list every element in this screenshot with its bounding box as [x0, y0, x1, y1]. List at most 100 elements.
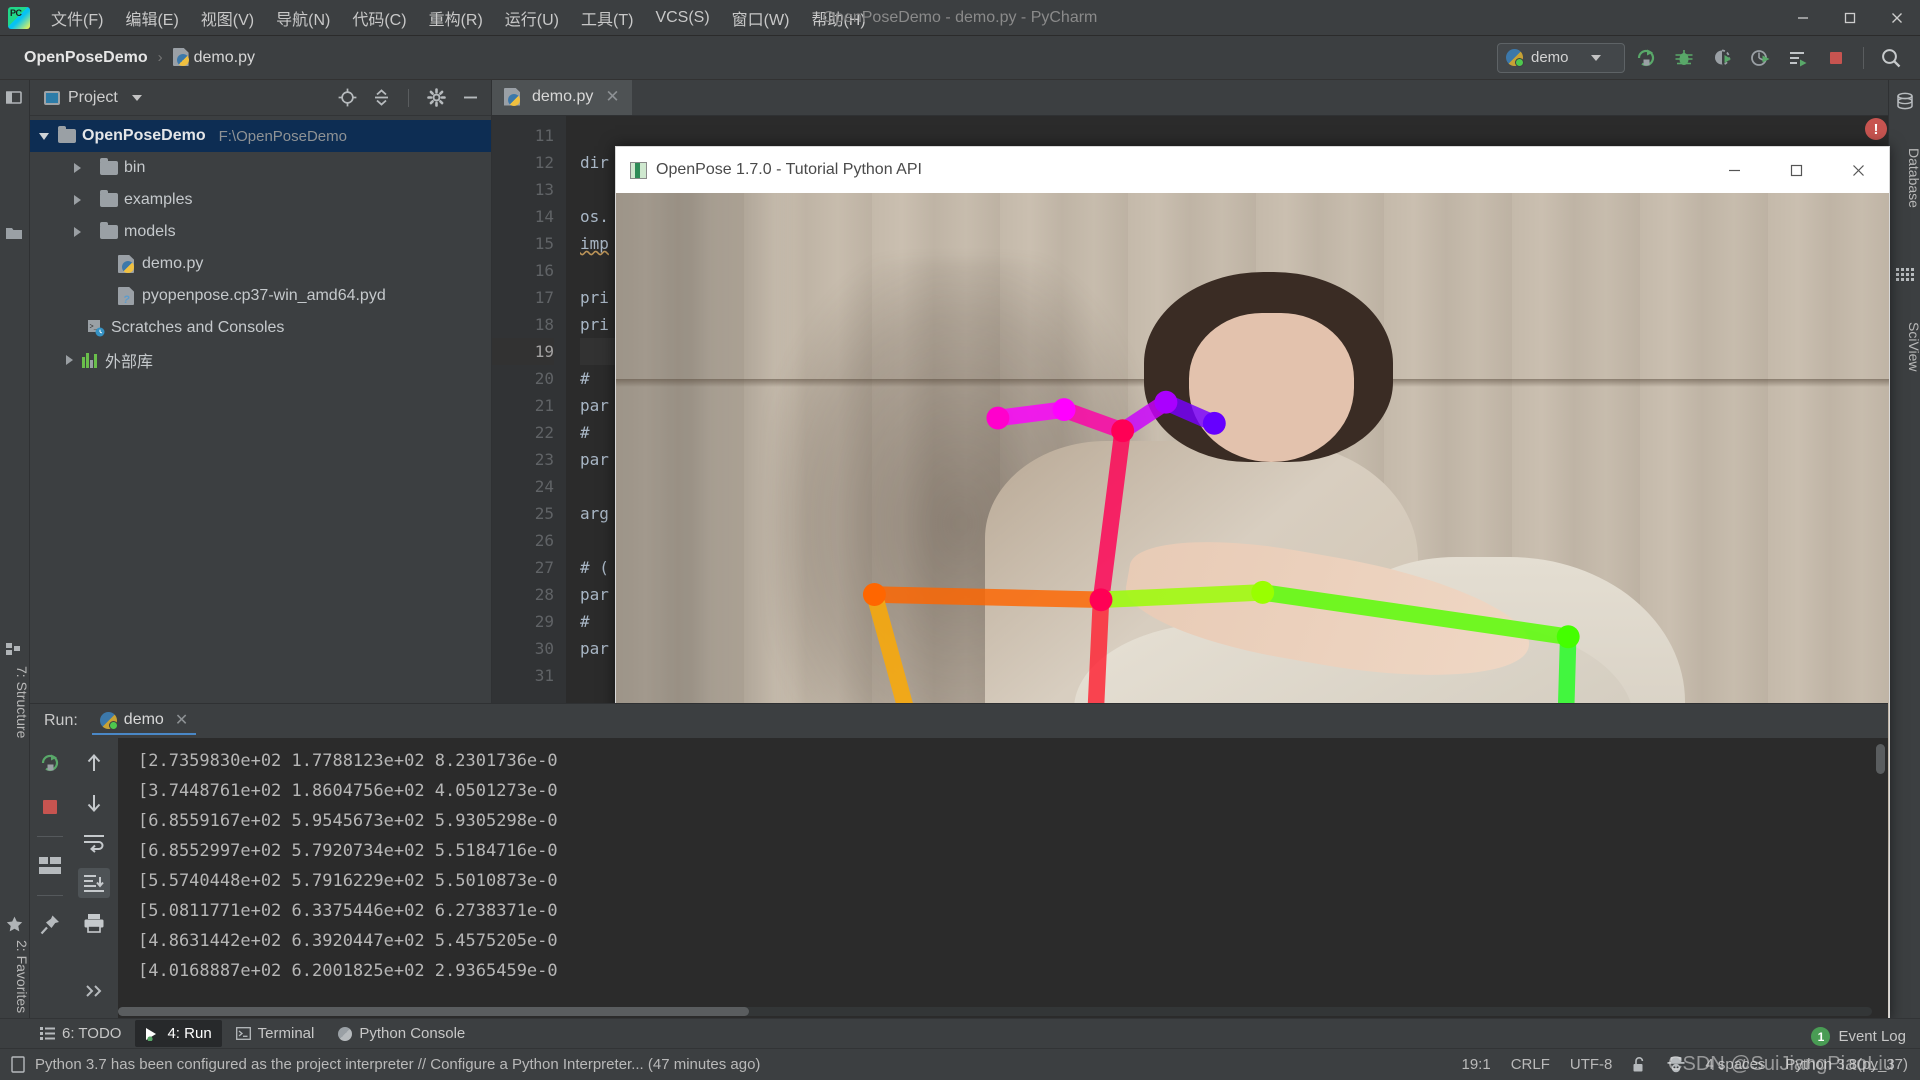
stop-button[interactable]: [34, 792, 66, 822]
close-icon[interactable]: ✕: [175, 710, 188, 730]
menu-item-tools[interactable]: 工具(T): [570, 2, 644, 34]
menu-item-refactor[interactable]: 重构(R): [418, 2, 494, 34]
pin-icon[interactable]: [34, 910, 66, 940]
unlocked-icon[interactable]: [1632, 1056, 1647, 1073]
status-message-group[interactable]: Python 3.7 has been configured as the pr…: [10, 1056, 760, 1073]
chevron-right-icon[interactable]: [62, 353, 76, 367]
tree-item-external-libraries[interactable]: 外部库: [30, 344, 491, 376]
run-dashboard-button[interactable]: [1781, 41, 1815, 75]
line-number: 21: [534, 396, 554, 415]
right-strip-database-label[interactable]: Database: [1890, 118, 1920, 238]
error-count-badge[interactable]: !: [1865, 118, 1887, 140]
skeleton-keypoint-r-eye: [1052, 398, 1076, 422]
run-console-toolbar: [70, 738, 118, 1018]
stop-button[interactable]: [1819, 41, 1853, 75]
project-strip-icon: [6, 90, 24, 108]
python-interpreter[interactable]: Python 3.8(py_37): [1785, 1056, 1908, 1073]
menu-item-file[interactable]: 文件(F): [40, 2, 114, 34]
run-with-coverage-button[interactable]: [1705, 41, 1739, 75]
openpose-close-button[interactable]: [1827, 147, 1889, 193]
skeleton-keypoint-l-elbow: [1556, 625, 1580, 649]
tree-item-label: demo.py: [142, 255, 204, 272]
layout-button[interactable]: [34, 851, 66, 881]
indent-setting[interactable]: 4 spaces: [1705, 1056, 1765, 1073]
tree-item-bin[interactable]: bin: [30, 152, 491, 184]
console-line: [4.0168887e+02 6.2001825e+02 2.9365459e-…: [138, 961, 558, 981]
chevron-right-icon[interactable]: [70, 161, 84, 175]
menu-item-window[interactable]: 窗口(W): [721, 2, 801, 34]
breadcrumb-file[interactable]: demo.py: [169, 46, 259, 69]
collapse-all-button[interactable]: [368, 85, 394, 111]
maximize-button[interactable]: [1826, 0, 1873, 36]
openpose-minimize-button[interactable]: [1703, 147, 1765, 193]
chevron-right-icon[interactable]: [70, 193, 84, 207]
debug-button[interactable]: [1667, 41, 1701, 75]
chevron-double-right-icon[interactable]: [78, 976, 110, 1006]
left-strip-structure-label[interactable]: 7: Structure: [0, 666, 30, 796]
console-scrollbar[interactable]: [1876, 744, 1885, 774]
caret-position[interactable]: 19:1: [1462, 1056, 1491, 1073]
console-line: [4.8631442e+02 6.3920447e+02 5.4575205e-…: [138, 931, 558, 951]
chevron-down-icon[interactable]: [38, 129, 52, 143]
editor-tab-demo-py[interactable]: demo.py ✕: [492, 80, 632, 115]
gear-icon[interactable]: [423, 85, 449, 111]
event-log-button[interactable]: 1 Event Log: [1811, 1027, 1906, 1046]
soft-wrap-icon[interactable]: [78, 828, 110, 858]
menu-item-code[interactable]: 代码(C): [341, 2, 417, 34]
folder-icon: [100, 222, 118, 239]
tree-item-models[interactable]: models: [30, 216, 491, 248]
tree-item-examples[interactable]: examples: [30, 184, 491, 216]
close-icon[interactable]: ✕: [605, 87, 619, 107]
search-everywhere-button[interactable]: [1874, 41, 1908, 75]
console-horizontal-scrollbar[interactable]: [118, 1007, 1872, 1016]
tree-item-scratches[interactable]: >_ Scratches and Consoles: [30, 312, 491, 344]
folder-strip-icon: [6, 226, 24, 244]
window-controls: [1779, 0, 1920, 36]
openpose-maximize-button[interactable]: [1765, 147, 1827, 193]
arrow-down-icon[interactable]: [78, 788, 110, 818]
profile-button[interactable]: [1743, 41, 1777, 75]
select-opened-file-button[interactable]: [334, 85, 360, 111]
line-separator[interactable]: CRLF: [1511, 1056, 1550, 1073]
favorites-strip-icon: [6, 916, 24, 934]
hector-icon[interactable]: [1667, 1056, 1685, 1073]
print-icon[interactable]: [78, 908, 110, 938]
console-line: [5.0811771e+02 6.3375446e+02 6.2738371e-…: [138, 901, 558, 921]
run-tab-demo[interactable]: demo ✕: [91, 707, 197, 735]
minimize-button[interactable]: [1779, 0, 1826, 36]
hide-panel-button[interactable]: [457, 85, 483, 111]
folder-icon: [58, 126, 76, 143]
right-strip-sciview-label[interactable]: SciView: [1890, 292, 1920, 402]
tool-tab-run[interactable]: 4: Run: [135, 1020, 222, 1047]
tree-item-demo-py[interactable]: demo.py: [30, 248, 491, 280]
console-line: [6.8559167e+02 5.9545673e+02 5.9305298e-…: [138, 811, 558, 831]
tool-tab-terminal[interactable]: Terminal: [226, 1020, 325, 1047]
rerun-button[interactable]: [34, 748, 66, 778]
scroll-to-end-icon[interactable]: [78, 868, 110, 898]
skeleton-keypoint-l-ear: [1202, 411, 1226, 435]
skeleton-limb: [1254, 584, 1577, 646]
menu-item-view[interactable]: 视图(V): [190, 2, 265, 34]
run-button[interactable]: [1629, 41, 1663, 75]
line-number: 12: [534, 153, 554, 172]
arrow-up-icon[interactable]: [78, 748, 110, 778]
file-encoding[interactable]: UTF-8: [1570, 1056, 1613, 1073]
tree-item-pyopenpose-pyd[interactable]: ? pyopenpose.cp37-win_amd64.pyd: [30, 280, 491, 312]
tree-item-openposedemo[interactable]: OpenPoseDemo F:\OpenPoseDemo: [30, 120, 491, 152]
tool-tab-python-console[interactable]: Python Console: [328, 1020, 475, 1047]
run-configuration-selector[interactable]: demo: [1497, 42, 1625, 73]
menu-item-vcs[interactable]: VCS(S): [644, 5, 720, 31]
toolbar-divider: [37, 836, 63, 837]
run-icon: [146, 1027, 157, 1041]
run-tool-window: Run: demo ✕ [2.7359830e+02 1.7788123e+02…: [30, 703, 1888, 1018]
menu-item-run[interactable]: 运行(U): [494, 2, 570, 34]
menu-item-help[interactable]: 帮助(H): [800, 2, 876, 34]
tool-tab-todo[interactable]: 6: TODO: [30, 1020, 131, 1047]
chevron-down-icon[interactable]: [131, 94, 142, 101]
run-console-output[interactable]: [2.7359830e+02 1.7788123e+02 8.2301736e-…: [118, 738, 1888, 1018]
menu-item-edit[interactable]: 编辑(E): [114, 2, 189, 34]
chevron-right-icon[interactable]: [70, 225, 84, 239]
menu-item-navigate[interactable]: 导航(N): [265, 2, 341, 34]
close-button[interactable]: [1873, 0, 1920, 36]
breadcrumb-project[interactable]: OpenPoseDemo: [20, 47, 152, 69]
